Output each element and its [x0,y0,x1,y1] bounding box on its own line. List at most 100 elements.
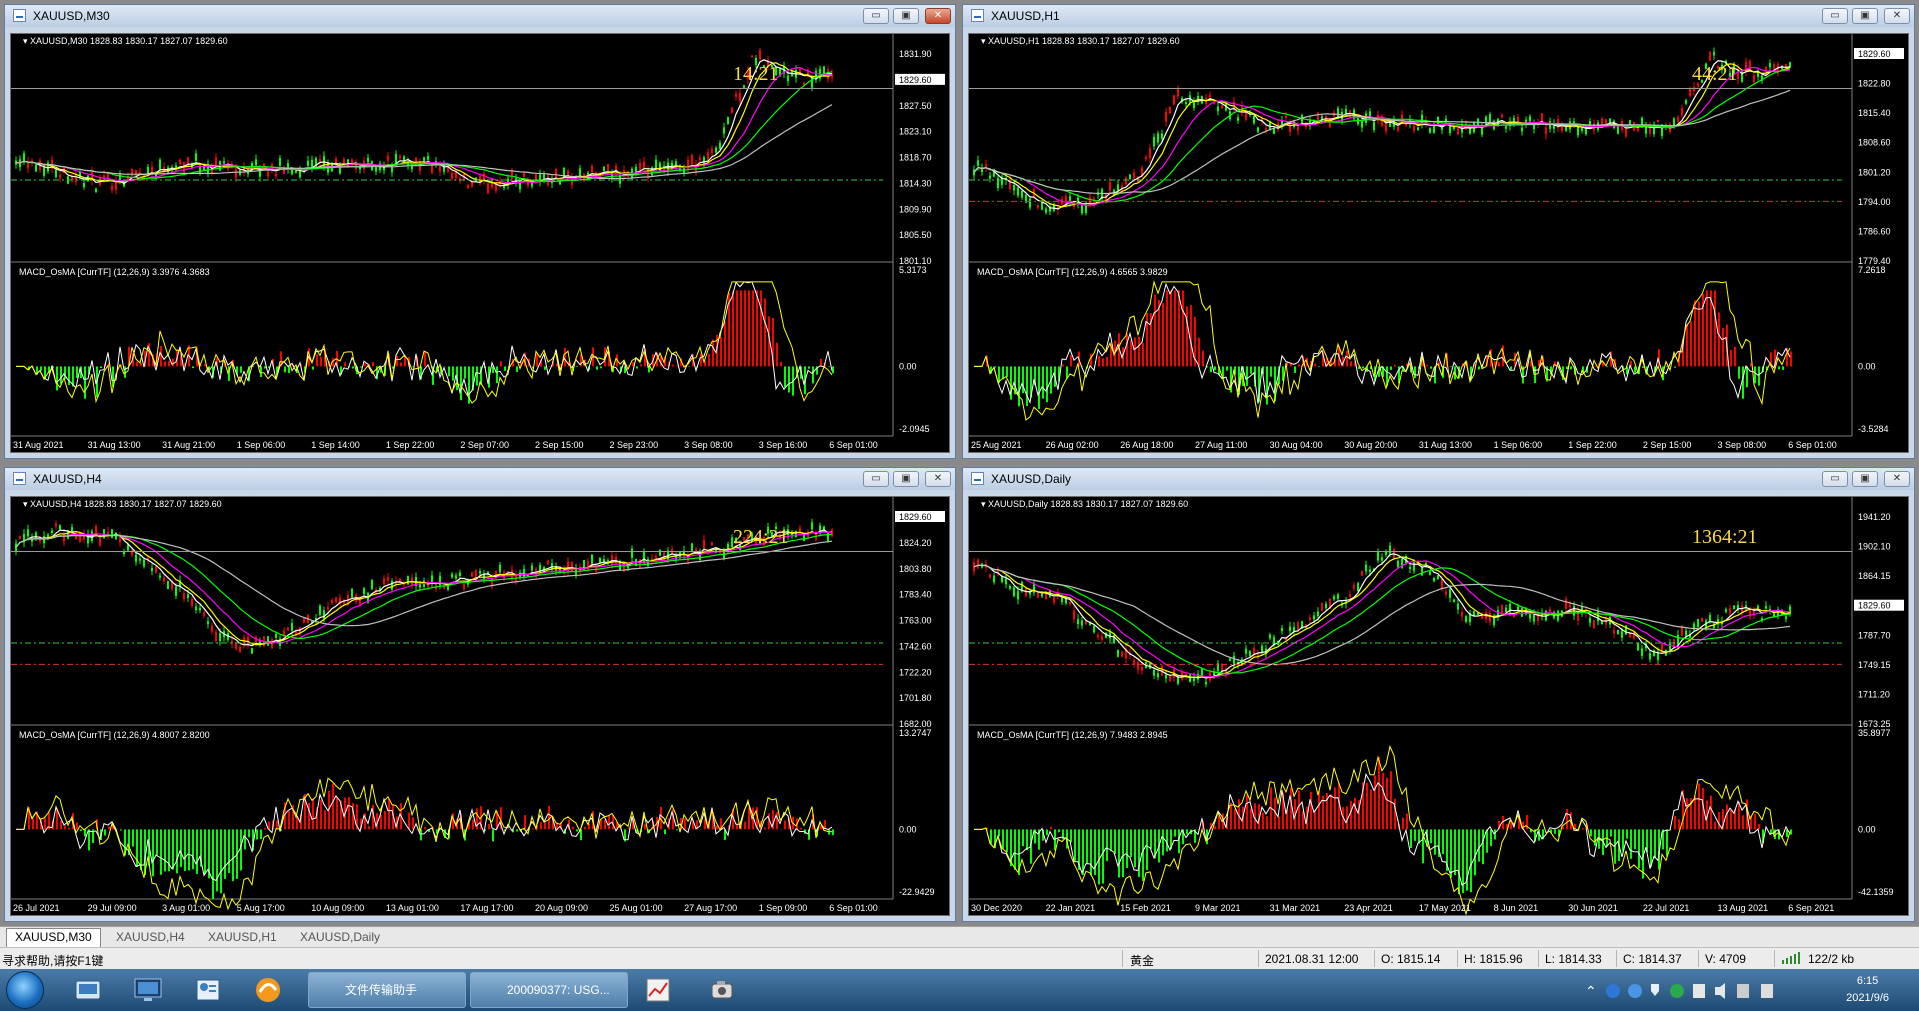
indicator-tick-label: 13.2747 [899,728,932,738]
price-chart: ▾ XAUUSD,H1 1828.83 1830.17 1827.07 1829… [969,34,1904,450]
price-tick-label: 1829.60 [899,512,932,522]
time-tick-label: 1 Sep 14:00 [311,440,360,450]
price-tick-label: 1786.60 [1858,226,1891,236]
time-tick-label: 26 Aug 18:00 [1120,440,1173,450]
price-tick-label: 1801.20 [1858,167,1891,177]
chart-app-icon[interactable] [640,974,676,1006]
time-tick-label: 13 Aug 2021 [1718,903,1769,913]
time-tick-label: 9 Mar 2021 [1195,903,1241,913]
time-tick-label: 3 Sep 08:00 [684,440,733,450]
minimize-button[interactable]: ▭ [863,471,889,487]
minimize-button[interactable]: ▭ [1822,8,1848,24]
indicator-tick-label: 7.2618 [1858,265,1886,275]
camera-icon[interactable] [704,974,740,1006]
connection-bars-icon [1782,952,1804,967]
contacts-icon[interactable] [190,974,226,1006]
indicator-label: MACD_OsMA [CurrTF] (12,26,9) 4.6565 3.98… [977,267,1168,277]
time-tick-label: 1 Sep 22:00 [386,440,435,450]
time-tick-label: 6 Sep 01:00 [1788,440,1837,450]
time-tick-label: 3 Sep 08:00 [1718,440,1767,450]
price-tick-label: 1711.20 [1858,689,1890,699]
time-tick-label: 15 Feb 2021 [1120,903,1171,913]
chart-window-h4[interactable]: XAUUSD,H4 ▭ ▣ ✕ ▾ XAUUSD,H4 1828.83 1830… [4,467,956,922]
price-tick-label: 1749.15 [1858,660,1891,670]
bar-countdown: 14:21 [733,63,779,85]
time-tick-label: 20 Aug 09:00 [535,903,588,913]
chart-window-icon [971,472,984,485]
chart-canvas[interactable]: ▾ XAUUSD,Daily 1828.83 1830.17 1827.07 1… [968,496,1909,916]
taskbar-task-usg[interactable]: 200090377: USG... [470,972,628,1008]
chart-window-h1[interactable]: XAUUSD,H1 ▭ ▣ ✕ ▾ XAUUSD,H1 1828.83 1830… [962,4,1915,459]
titlebar[interactable]: XAUUSD,H4 ▭ ▣ ✕ [5,468,955,490]
price-tick-label: 1823.10 [899,127,932,137]
taskbar-task-file-transfer[interactable]: 文件传输助手 [308,972,466,1008]
chart-canvas[interactable]: ▾ XAUUSD,H1 1828.83 1830.17 1827.07 1829… [968,33,1909,453]
time-tick-label: 31 Aug 2021 [13,440,64,450]
minimize-button[interactable]: ▭ [863,8,889,24]
indicator-tick-label: -22.9429 [899,887,935,897]
symbol-info-label: ▾ XAUUSD,Daily 1828.83 1830.17 1827.07 1… [981,499,1188,509]
time-tick-label: 6 Sep 01:00 [829,440,878,450]
minimize-button[interactable]: ▭ [1822,471,1848,487]
time-tick-label: 27 Aug 11:00 [1195,440,1247,450]
chart-canvas[interactable]: ▾ XAUUSD,H4 1828.83 1830.17 1827.07 1829… [10,496,950,916]
price-tick-label: 1829.60 [899,75,932,85]
price-tick-label: 1742.60 [899,641,932,651]
time-tick-label: 25 Aug 2021 [971,440,1022,450]
file-manager-icon[interactable] [70,974,106,1006]
chart-canvas[interactable]: ▾ XAUUSD,M30 1828.83 1830.17 1827.07 182… [10,33,950,453]
status-open: O: 1815.14 [1381,952,1441,966]
tab-xauusd-h4[interactable]: XAUUSD,H4 [108,929,193,946]
indicator-tick-label: -2.0945 [899,424,930,434]
status-volume: V: 4709 [1705,952,1746,966]
time-tick-label: 6 Sep 2021 [1788,903,1834,913]
price-tick-label: 1803.80 [899,564,932,574]
chart-window-m30[interactable]: XAUUSD,M30 ▭ ▣ ✕ ▾ XAUUSD,M30 1828.83 18… [4,4,956,459]
restore-button[interactable]: ▣ [893,471,919,487]
restore-button[interactable]: ▣ [893,8,919,24]
close-button[interactable]: ✕ [925,8,951,24]
chart-window-daily[interactable]: XAUUSD,Daily ▭ ▣ ✕ ▾ XAUUSD,Daily 1828.8… [962,467,1915,922]
price-tick-label: 1787.70 [1858,630,1891,640]
price-tick-label: 1822.80 [1858,79,1891,89]
tray-icons[interactable]: ⌃ [1579,969,1819,1011]
price-chart: ▾ XAUUSD,Daily 1828.83 1830.17 1827.07 1… [969,497,1904,915]
browser-icon[interactable] [250,974,286,1006]
time-tick-label: 22 Jan 2021 [1046,903,1096,913]
titlebar[interactable]: XAUUSD,H1 ▭ ▣ ✕ [963,5,1914,27]
time-tick-label: 1 Sep 09:00 [759,903,808,913]
time-tick-label: 25 Aug 01:00 [610,903,663,913]
window-title: XAUUSD,H4 [33,472,102,486]
system-clock[interactable]: 6:15 2021/9/6 [1846,973,1889,1007]
price-tick-label: 1818.70 [899,153,932,163]
status-high: H: 1815.96 [1464,952,1523,966]
tab-xauusd-m30[interactable]: XAUUSD,M30 [6,928,101,948]
taskbar: 文件传输助手 200090377: USG... ⌃ 6:15 2021/9/6 [0,969,1919,1011]
time-tick-label: 1 Sep 22:00 [1568,440,1617,450]
close-button[interactable]: ✕ [925,471,951,487]
price-tick-label: 1763.00 [899,616,932,626]
indicator-tick-label: 0.00 [1858,824,1876,834]
time-tick-label: 17 May 2021 [1419,903,1471,913]
price-tick-label: 1827.50 [899,101,932,111]
symbol-info-label: ▾ XAUUSD,H4 1828.83 1830.17 1827.07 1829… [23,499,222,509]
tab-xauusd-daily[interactable]: XAUUSD,Daily [292,929,388,946]
symbol-info-label: ▾ XAUUSD,M30 1828.83 1830.17 1827.07 182… [23,36,228,46]
titlebar[interactable]: XAUUSD,M30 ▭ ▣ ✕ [5,5,955,27]
monitor-icon[interactable] [130,974,166,1006]
titlebar[interactable]: XAUUSD,Daily ▭ ▣ ✕ [963,468,1914,490]
clock-time: 6:15 [1856,975,1879,987]
price-tick-label: 1701.80 [899,693,932,703]
start-button[interactable] [6,971,44,1009]
restore-button[interactable]: ▣ [1852,8,1878,24]
indicator-label: MACD_OsMA [CurrTF] (12,26,9) 4.8007 2.82… [19,730,210,740]
close-button[interactable]: ✕ [1884,471,1910,487]
indicator-tick-label: 0.00 [1858,361,1876,371]
restore-button[interactable]: ▣ [1852,471,1878,487]
time-tick-label: 27 Aug 17:00 [684,903,737,913]
time-tick-label: 26 Aug 02:00 [1046,440,1099,450]
window-title: XAUUSD,H1 [991,9,1060,23]
status-symbol: 黄金 [1130,954,1155,968]
close-button[interactable]: ✕ [1884,8,1910,24]
tab-xauusd-h1[interactable]: XAUUSD,H1 [200,929,285,946]
